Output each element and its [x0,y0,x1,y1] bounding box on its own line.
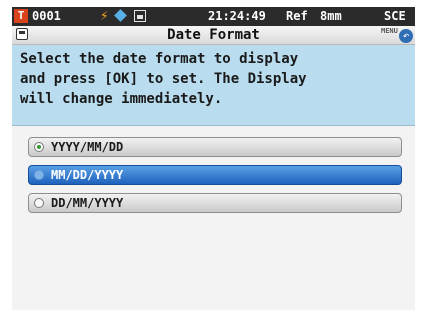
radio-checked-icon [34,142,44,152]
page-title: Date Format [167,27,260,43]
device-screen: T 0001 ⚡ 21:24:49 Ref 8mm SCE Date Forma… [12,7,415,310]
option-label: DD/MM/YYYY [51,196,124,210]
specular-mode: SCE [384,9,406,23]
target-flag-icon: T [14,9,28,23]
clock-time: 21:24:49 [208,9,266,23]
menu-back-button[interactable]: MENU ↶ [379,27,413,43]
title-bar: Date Format MENU ↶ [12,26,415,45]
radio-unchecked-icon [34,198,44,208]
menu-label: MENU [381,27,398,35]
battery-icon [134,10,146,22]
date-format-option-yyyy-mm-dd[interactable]: YYYY/MM/DD [28,137,402,157]
back-arrow-icon: ↶ [399,29,413,43]
instruction-panel: Select the date format to display and pr… [12,45,415,126]
connection-icon [114,9,127,22]
option-label: MM/DD/YYYY [51,168,124,182]
status-bar: T 0001 ⚡ 21:24:49 Ref 8mm SCE [12,7,415,26]
measurement-type: Ref [286,9,308,23]
radio-unchecked-icon [34,170,44,180]
option-label: YYYY/MM/DD [51,140,124,154]
aperture-size: 8mm [320,9,342,23]
date-format-option-mm-dd-yyyy[interactable]: MM/DD/YYYY [28,165,402,185]
power-bolt-icon: ⚡ [100,8,109,24]
sample-number: 0001 [32,9,61,23]
instruction-text: Select the date format to display and pr… [20,51,307,107]
date-format-option-dd-mm-yyyy[interactable]: DD/MM/YYYY [28,193,402,213]
